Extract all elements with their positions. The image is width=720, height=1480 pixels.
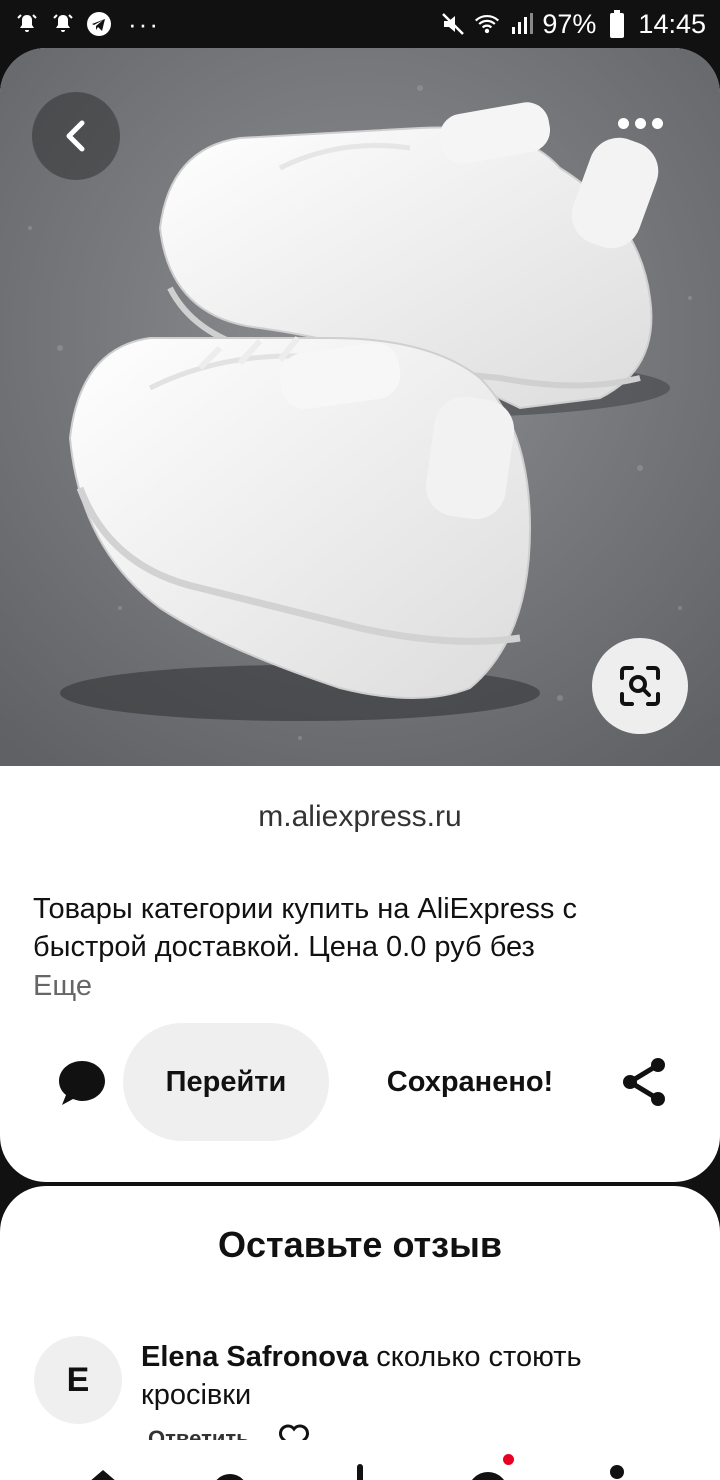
mute-icon	[440, 11, 466, 37]
notification-icons: ···	[14, 8, 160, 40]
alarm-icon	[50, 11, 76, 37]
avatar[interactable]: E	[34, 1336, 122, 1424]
pin-description: Товары категории купить на AliExpress с …	[33, 893, 577, 963]
more-dots-icon	[617, 117, 629, 129]
search-icon	[216, 1474, 244, 1480]
saved-button[interactable]: Сохранено!	[360, 1023, 580, 1141]
clock: 14:45	[638, 8, 706, 39]
pin-actions: Перейти Сохранено!	[0, 1023, 720, 1143]
visit-button[interactable]: Перейти	[123, 1023, 329, 1141]
nav-profile[interactable]	[592, 1452, 642, 1480]
system-icons: 97% 14:45	[440, 8, 706, 40]
visual-search-button[interactable]	[592, 638, 688, 734]
battery-icon	[604, 10, 630, 38]
more-dots-icon	[634, 117, 646, 129]
more-options-button[interactable]	[600, 98, 680, 148]
signal-icon	[508, 11, 534, 37]
comment-text: Elena Safronova сколько стоють кросівки	[141, 1338, 681, 1414]
notification-dot	[503, 1454, 514, 1465]
nav-home[interactable]	[78, 1452, 128, 1480]
comments-title: Оставьте отзыв	[218, 1224, 502, 1265]
home-icon	[91, 1470, 115, 1480]
lens-search-icon	[620, 666, 660, 706]
more-dots-icon	[651, 117, 663, 129]
comment-author[interactable]: Elena Safronova	[141, 1341, 368, 1373]
battery-percentage: 97%	[542, 8, 597, 39]
pin-card: m.aliexpress.ru Товары категории купить …	[0, 48, 720, 1182]
alarm-icon	[14, 11, 40, 37]
wifi-icon	[474, 11, 500, 37]
telegram-icon	[86, 11, 112, 37]
back-button[interactable]	[32, 92, 120, 180]
profile-icon	[610, 1465, 624, 1479]
comment-button[interactable]	[54, 1055, 110, 1111]
nav-create[interactable]	[335, 1452, 385, 1480]
plus-icon	[357, 1464, 363, 1480]
chevron-left-icon	[66, 120, 85, 152]
share-button[interactable]	[618, 1055, 672, 1109]
more-notifications-icon: ···	[128, 9, 160, 39]
source-domain[interactable]: m.aliexpress.ru	[0, 800, 720, 834]
show-more-link[interactable]: Еще	[33, 970, 92, 1003]
nav-search[interactable]	[206, 1452, 256, 1480]
bottom-nav	[0, 1440, 720, 1480]
comment-bubble-icon	[59, 1061, 105, 1105]
share-icon	[623, 1058, 665, 1106]
status-bar: ··· 97% 14:45	[0, 0, 720, 48]
comments-sheet: Оставьте отзыв E Elena Safronova сколько…	[0, 1186, 720, 1480]
